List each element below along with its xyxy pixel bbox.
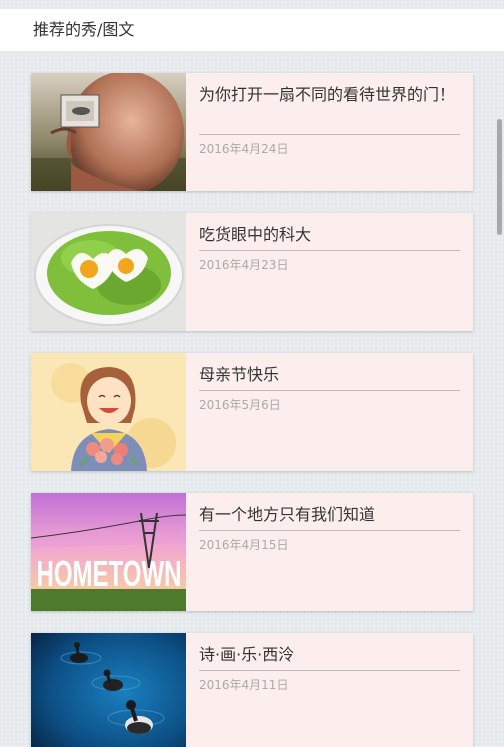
article-card[interactable]: 为你打开一扇不同的看待世界的门！ 2016年4月24日	[31, 73, 473, 191]
article-date: 2016年4月24日	[199, 142, 289, 156]
article-thumbnail[interactable]	[31, 213, 186, 331]
divider	[199, 250, 460, 251]
article-title[interactable]: 诗·画·乐·西泠	[199, 643, 461, 667]
article-date: 2016年4月15日	[199, 538, 289, 552]
article-card[interactable]: HOMETOWN 有一个地方只有我们知道 2016年4月15日	[31, 493, 473, 611]
article-thumbnail[interactable]: HOMETOWN	[31, 493, 186, 611]
article-card[interactable]: 母亲节快乐 2016年5月6日	[31, 353, 473, 471]
divider	[199, 530, 460, 531]
article-title[interactable]: 母亲节快乐	[199, 363, 461, 387]
divider	[199, 390, 460, 391]
divider	[199, 134, 460, 135]
hometown-text: HOMETOWN	[37, 553, 182, 594]
article-card[interactable]: 吃货眼中的科大 2016年4月23日	[31, 213, 473, 331]
article-card[interactable]: 诗·画·乐·西泠 2016年4月11日	[31, 633, 473, 747]
scrollbar[interactable]	[497, 119, 502, 235]
article-list: 为你打开一扇不同的看待世界的门！ 2016年4月24日 吃货眼中的科大 2016…	[0, 0, 504, 747]
article-title[interactable]: 为你打开一扇不同的看待世界的门！	[199, 83, 461, 107]
article-thumbnail[interactable]	[31, 353, 186, 471]
article-date: 2016年5月6日	[199, 398, 281, 412]
divider	[199, 670, 460, 671]
section-header: 推荐的秀/图文	[0, 9, 504, 51]
article-date: 2016年4月23日	[199, 258, 289, 272]
article-title[interactable]: 有一个地方只有我们知道	[199, 503, 461, 527]
header-title: 推荐的秀/图文	[33, 20, 135, 39]
article-thumbnail[interactable]	[31, 633, 186, 747]
article-date: 2016年4月11日	[199, 678, 289, 692]
article-thumbnail[interactable]	[31, 73, 186, 191]
article-title[interactable]: 吃货眼中的科大	[199, 223, 461, 247]
